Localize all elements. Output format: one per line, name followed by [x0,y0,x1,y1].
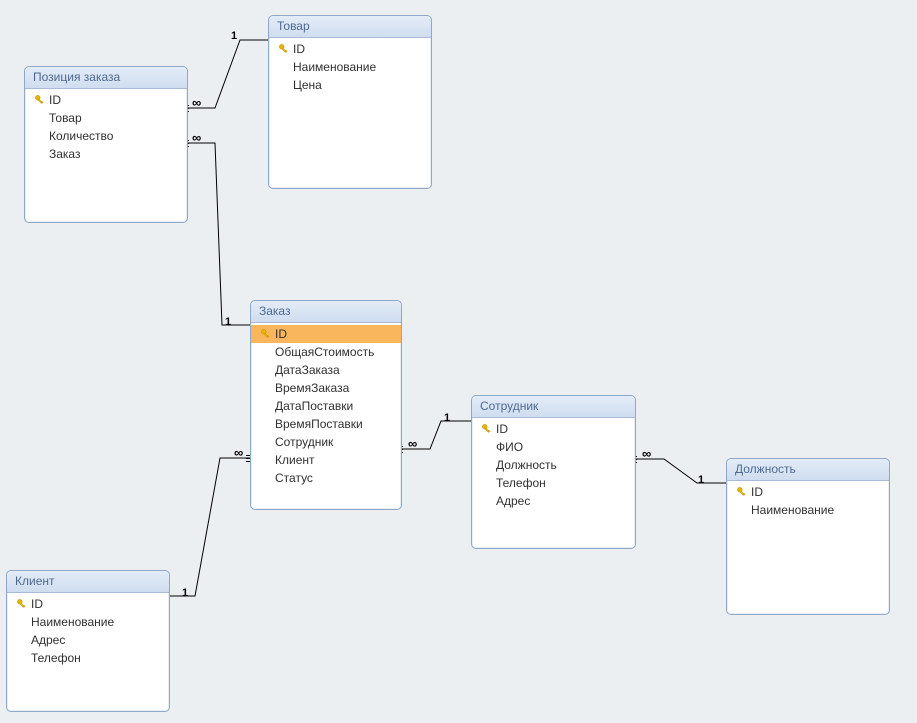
entity-client[interactable]: Клиент ID Наименование Адрес Телефон [6,570,170,712]
cardinality-many-label: ∞ [234,448,243,458]
field-row[interactable]: Наименование [727,501,889,519]
field-row[interactable]: ДатаПоставки [251,397,401,415]
primary-key-icon [257,328,275,340]
field-label: Адрес [31,632,65,648]
field-label: ID [275,326,287,342]
field-label: Наименование [751,502,834,518]
field-label: ДатаЗаказа [275,362,340,378]
field-row[interactable]: Наименование [269,58,431,76]
field-label: Адрес [496,493,530,509]
field-label: ВремяЗаказа [275,380,349,396]
field-label: Сотрудник [275,434,333,450]
field-label: ВремяПоставки [275,416,363,432]
field-row[interactable]: ID [251,325,401,343]
field-label: ID [496,421,508,437]
field-row[interactable]: ID [7,595,169,613]
entity-body: ID Товар Количество Заказ [25,89,187,169]
entity-employee[interactable]: Сотрудник ID ФИО Должность Телефон Адрес [471,395,636,549]
entity-header[interactable]: Сотрудник [472,396,635,418]
field-row[interactable]: ВремяПоставки [251,415,401,433]
field-label: ОбщаяСтоимость [275,344,374,360]
entity-body: ID Наименование Цена [269,38,431,100]
field-row[interactable]: Должность [472,456,635,474]
field-row[interactable]: Товар [25,109,187,127]
field-label: Должность [496,457,557,473]
field-row[interactable]: ID [727,483,889,501]
entity-body: ID Наименование Адрес Телефон [7,593,169,673]
field-label: Клиент [275,452,315,468]
primary-key-icon [31,94,49,106]
cardinality-one-label: 1 [225,316,231,328]
primary-key-icon [733,486,751,498]
field-row[interactable]: Цена [269,76,431,94]
cardinality-many-label: ∞ [192,98,201,108]
field-row[interactable]: Заказ [25,145,187,163]
primary-key-icon [13,598,31,610]
field-label: Телефон [496,475,546,491]
field-row[interactable]: ID [269,40,431,58]
field-row[interactable]: Наименование [7,613,169,631]
field-label: ФИО [496,439,523,455]
entity-header[interactable]: Клиент [7,571,169,593]
field-label: ДатаПоставки [275,398,353,414]
field-row[interactable]: Статус [251,469,401,487]
field-label: Телефон [31,650,81,666]
field-row[interactable]: Количество [25,127,187,145]
field-label: Статус [275,470,313,486]
cardinality-many-label: ∞ [192,133,201,143]
entity-job[interactable]: Должность ID Наименование [726,458,890,615]
field-label: Заказ [49,146,80,162]
entity-body: ID ФИО Должность Телефон Адрес [472,418,635,516]
field-row[interactable]: Адрес [472,492,635,510]
cardinality-many-label: ∞ [642,449,651,459]
cardinality-one-label: 1 [231,30,237,42]
field-label: Цена [293,77,322,93]
field-label: ID [293,41,305,57]
field-row[interactable]: ОбщаяСтоимость [251,343,401,361]
field-row[interactable]: Сотрудник [251,433,401,451]
entity-header[interactable]: Заказ [251,301,401,323]
field-row[interactable]: ID [472,420,635,438]
field-label: Товар [49,110,82,126]
field-row[interactable]: Телефон [7,649,169,667]
entity-body: ID Наименование [727,481,889,525]
field-label: ID [751,484,763,500]
field-row[interactable]: Телефон [472,474,635,492]
cardinality-one-label: 1 [444,412,450,424]
entity-position[interactable]: Позиция заказа ID Товар Количество Заказ [24,66,188,223]
field-row[interactable]: ВремяЗаказа [251,379,401,397]
entity-header[interactable]: Товар [269,16,431,38]
field-row[interactable]: Адрес [7,631,169,649]
primary-key-icon [275,43,293,55]
primary-key-icon [478,423,496,435]
field-label: ID [49,92,61,108]
entity-product[interactable]: Товар ID Наименование Цена [268,15,432,189]
field-row[interactable]: Клиент [251,451,401,469]
field-row[interactable]: ДатаЗаказа [251,361,401,379]
field-label: Наименование [31,614,114,630]
entity-order[interactable]: Заказ ID ОбщаяСтоимость ДатаЗаказа ВремяЗака… [250,300,402,510]
field-row[interactable]: ФИО [472,438,635,456]
er-diagram-canvas: { "entities": [ { "id": "position", "tit… [0,0,917,723]
cardinality-one-label: 1 [182,587,188,599]
cardinality-one-label: 1 [698,474,704,486]
cardinality-many-label: ∞ [408,439,417,449]
field-label: Наименование [293,59,376,75]
field-row[interactable]: ID [25,91,187,109]
entity-header[interactable]: Позиция заказа [25,67,187,89]
entity-body: ID ОбщаяСтоимость ДатаЗаказа ВремяЗаказа Дат… [251,323,401,493]
entity-header[interactable]: Должность [727,459,889,481]
field-label: Количество [49,128,113,144]
field-label: ID [31,596,43,612]
